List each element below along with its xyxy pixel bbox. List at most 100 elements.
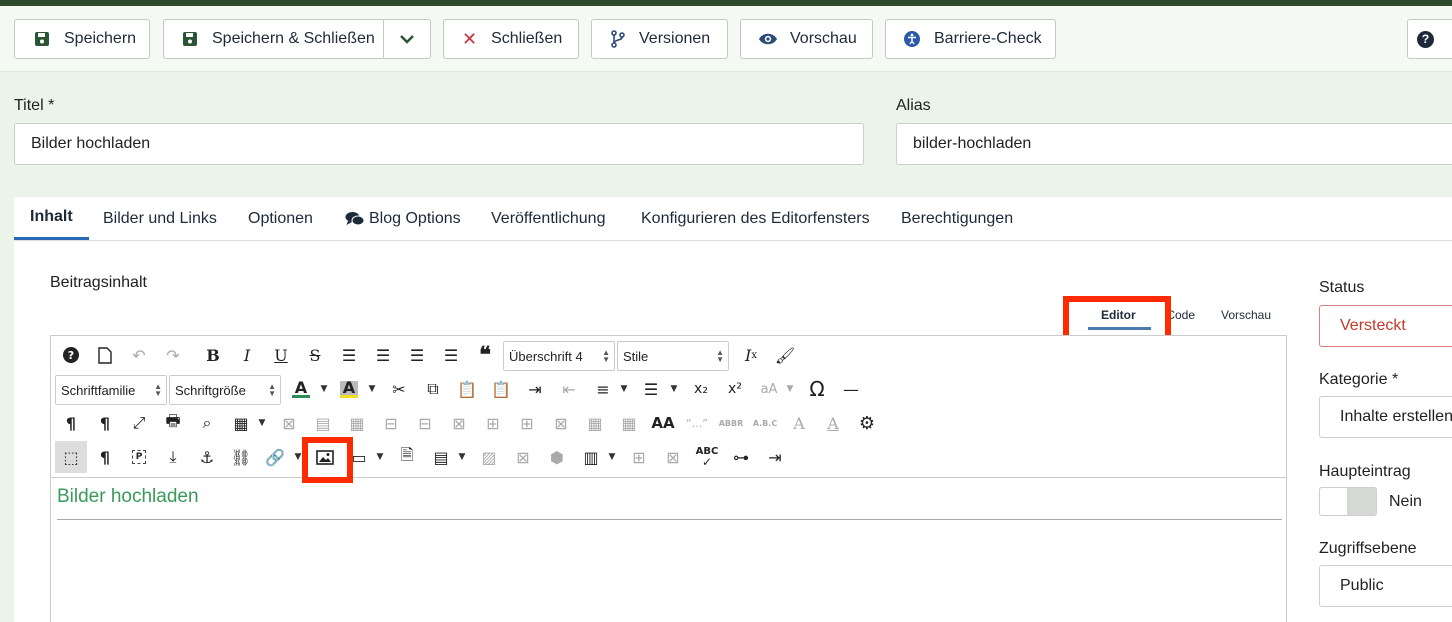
heading-select[interactable]: Überschrift 4 ▲ ▼: [503, 341, 615, 371]
help-button[interactable]: ?: [1407, 19, 1452, 59]
image-icon[interactable]: [309, 441, 341, 473]
undo-icon[interactable]: ↶: [123, 339, 155, 371]
editor-tab-preview[interactable]: Vorschau: [1221, 308, 1271, 322]
abbreviation-icon[interactable]: ABBR: [715, 407, 747, 439]
outdent-icon[interactable]: ⇤: [553, 373, 585, 405]
style-select[interactable]: Stile ▲ ▼: [617, 341, 729, 371]
preview-button[interactable]: Vorschau: [740, 19, 873, 59]
layer-dropdown[interactable]: ▼: [455, 441, 469, 473]
visual-blocks-icon[interactable]: ⬚: [55, 441, 87, 473]
table-delete-icon[interactable]: ⊠: [273, 407, 305, 439]
merge-cells-icon[interactable]: ▦: [613, 407, 645, 439]
status-select[interactable]: Versteckt: [1319, 305, 1452, 347]
accessibility-check-button[interactable]: Barriere-Check: [885, 19, 1056, 59]
table-dropdown[interactable]: ▼: [255, 407, 269, 439]
acronym-icon[interactable]: A.B.C: [749, 407, 781, 439]
search-icon[interactable]: ⌕: [191, 407, 223, 439]
clear-formatting-icon[interactable]: Ix: [735, 339, 767, 371]
background-color-icon[interactable]: A: [333, 373, 365, 405]
featured-toggle[interactable]: [1319, 487, 1377, 516]
align-right-icon[interactable]: ☰: [435, 339, 467, 371]
tab-publishing[interactable]: Veröffentlichung: [491, 197, 605, 240]
bold-icon[interactable]: B: [197, 339, 229, 371]
embed-icon[interactable]: ⊠: [507, 441, 539, 473]
help-icon[interactable]: ?: [55, 339, 87, 371]
link-dropdown[interactable]: ▼: [291, 441, 305, 473]
text-case-dropdown[interactable]: ▼: [783, 373, 797, 405]
subscript-icon[interactable]: x₂: [685, 373, 717, 405]
columns-dropdown[interactable]: ▼: [605, 441, 619, 473]
tab-editor-config[interactable]: Konfigurieren des Editorfensters: [641, 197, 870, 240]
align-center-icon[interactable]: ☰: [367, 339, 399, 371]
new-document-icon[interactable]: [89, 339, 121, 371]
title-input[interactable]: Bilder hochladen: [14, 123, 864, 165]
special-character-icon[interactable]: Ω: [801, 373, 833, 405]
split-cells-icon[interactable]: ▦: [579, 407, 611, 439]
block-3d-icon[interactable]: ⬢: [541, 441, 573, 473]
show-invisibles-icon[interactable]: ¶: [89, 441, 121, 473]
paragraph-block-icon[interactable]: P: [123, 441, 155, 473]
print-icon[interactable]: 🖶: [157, 407, 189, 439]
tab-images-links[interactable]: Bilder und Links: [103, 197, 217, 240]
underline-icon[interactable]: U: [265, 339, 297, 371]
tab-permissions[interactable]: Berechtigungen: [901, 197, 1013, 240]
page-break-icon[interactable]: ⊶: [725, 441, 757, 473]
insert-cell-icon[interactable]: ⊞: [623, 441, 655, 473]
spellcheck-icon[interactable]: ABC ✓: [691, 441, 723, 473]
attribute-icon[interactable]: A: [783, 407, 815, 439]
copy-icon[interactable]: ⧉: [417, 373, 449, 405]
table-row-props-icon[interactable]: ▤: [307, 407, 339, 439]
text-case-icon[interactable]: aA: [753, 373, 785, 405]
layer-icon[interactable]: ▤: [425, 441, 457, 473]
italic-icon[interactable]: I: [231, 339, 263, 371]
horizontal-rule-icon[interactable]: —: [835, 373, 867, 405]
save-and-close-button[interactable]: Speichern & Schließen: [164, 20, 384, 58]
strikethrough-icon[interactable]: S: [299, 339, 331, 371]
template-icon[interactable]: 🗎: [391, 441, 423, 473]
numbered-list-dropdown[interactable]: ▼: [617, 373, 631, 405]
save-button[interactable]: Speichern: [14, 19, 150, 59]
close-button[interactable]: ✕ Schließen: [443, 19, 579, 59]
save-options-dropdown[interactable]: [384, 20, 430, 58]
insert-row-before-icon[interactable]: ⊟: [375, 407, 407, 439]
image-gallery-icon[interactable]: ▨: [473, 441, 505, 473]
tab-options[interactable]: Optionen: [248, 197, 313, 240]
access-select[interactable]: Public: [1319, 565, 1452, 607]
insert-column-before-icon[interactable]: ⊞: [477, 407, 509, 439]
delete-row-icon[interactable]: ⊠: [443, 407, 475, 439]
remove-cell-icon[interactable]: ⊠: [657, 441, 689, 473]
category-select[interactable]: Inhalte erstellen: [1319, 396, 1452, 438]
editor-tab-code[interactable]: Code: [1169, 308, 1195, 322]
insert-column-after-icon[interactable]: ⊞: [511, 407, 543, 439]
blockquote-icon[interactable]: ❝: [469, 339, 501, 371]
bullet-list-icon[interactable]: ☰: [635, 373, 667, 405]
background-color-dropdown[interactable]: ▼: [365, 373, 379, 405]
tab-blog-options[interactable]: Blog Options: [345, 197, 461, 240]
media-dropdown[interactable]: ▼: [373, 441, 387, 473]
align-left-icon[interactable]: ☰: [401, 339, 433, 371]
rtl-icon[interactable]: ¶: [89, 407, 121, 439]
table-icon[interactable]: ▦: [225, 407, 257, 439]
bullet-list-dropdown[interactable]: ▼: [667, 373, 681, 405]
alias-input[interactable]: bilder-hochladen: [896, 123, 1452, 165]
link-icon[interactable]: 🔗: [259, 441, 291, 473]
indent-icon[interactable]: ⇥: [519, 373, 551, 405]
insert-icon[interactable]: ⤓: [157, 441, 189, 473]
font-style-icon[interactable]: AA: [647, 407, 679, 439]
insert-row-after-icon[interactable]: ⊟: [409, 407, 441, 439]
cut-icon[interactable]: ✂: [383, 373, 415, 405]
text-color-dropdown[interactable]: ▼: [317, 373, 331, 405]
redo-icon[interactable]: ↷: [157, 339, 189, 371]
insertion-icon[interactable]: A: [817, 407, 849, 439]
versions-button[interactable]: Versionen: [591, 19, 728, 59]
font-family-select[interactable]: Schriftfamilie ▲ ▼: [55, 375, 167, 405]
media-icon[interactable]: ▭: [343, 441, 375, 473]
ltr-icon[interactable]: ¶: [55, 407, 87, 439]
paste-text-icon[interactable]: 📋: [485, 373, 517, 405]
read-more-icon[interactable]: ⇥: [759, 441, 791, 473]
table-cell-props-icon[interactable]: ▦: [341, 407, 373, 439]
gear-icon[interactable]: ⚙: [851, 407, 883, 439]
unlink-icon[interactable]: ⛓: [225, 441, 257, 473]
delete-column-icon[interactable]: ⊠: [545, 407, 577, 439]
align-justify-icon[interactable]: ☰: [333, 339, 365, 371]
